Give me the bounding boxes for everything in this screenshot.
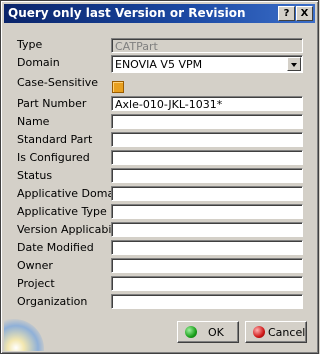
cancel-button[interactable]: Cancel [245, 321, 307, 343]
name-label: Name [17, 115, 50, 128]
applicative-domain-input[interactable] [111, 186, 303, 201]
part-number-input[interactable]: Axle-010-JKL-1031* [111, 96, 303, 111]
standard-part-label: Standard Part [17, 133, 93, 146]
is-configured-input[interactable] [111, 150, 303, 165]
catia-logo-icon [4, 319, 44, 351]
domain-label: Domain [17, 56, 60, 69]
cancel-button-label: Cancel [268, 326, 306, 339]
case-sensitive-checkbox[interactable] [112, 81, 124, 93]
help-button[interactable]: ? [278, 6, 295, 21]
type-field: CATPart [111, 38, 303, 53]
applicative-type-label: Applicative Type [17, 205, 107, 218]
type-label: Type [17, 38, 43, 51]
applicative-type-input[interactable] [111, 204, 303, 219]
close-button[interactable]: X [296, 6, 313, 21]
domain-select[interactable]: ENOVIA V5 VPM [111, 55, 303, 73]
part-number-label: Part Number [17, 97, 87, 110]
owner-input[interactable] [111, 258, 303, 273]
project-input[interactable] [111, 276, 303, 291]
standard-part-input[interactable] [111, 132, 303, 147]
ok-button[interactable]: OK [177, 321, 239, 343]
version-applicability-input[interactable] [111, 222, 303, 237]
date-modified-label: Date Modified [17, 241, 94, 254]
cancel-red-icon [253, 326, 265, 338]
status-label: Status [17, 169, 53, 182]
dialog-title: Query only last Version or Revision [8, 6, 246, 20]
is-configured-label: Is Configured [17, 151, 90, 164]
case-sensitive-label: Case-Sensitive [17, 76, 99, 89]
date-modified-input[interactable] [111, 240, 303, 255]
name-input[interactable] [111, 114, 303, 129]
applicative-domain-label: Applicative Domain [17, 187, 125, 200]
title-bar[interactable]: Query only last Version or Revision ? X [4, 4, 315, 23]
chevron-down-icon[interactable] [287, 57, 301, 71]
status-input[interactable] [111, 168, 303, 183]
organization-label: Organization [17, 295, 88, 308]
ok-green-icon [185, 326, 197, 338]
owner-label: Owner [17, 259, 53, 272]
organization-input[interactable] [111, 294, 303, 309]
domain-selected-value: ENOVIA V5 VPM [115, 58, 203, 71]
query-dialog: Query only last Version or Revision ? X … [0, 0, 319, 354]
project-label: Project [17, 277, 55, 290]
ok-button-label: OK [208, 326, 224, 339]
